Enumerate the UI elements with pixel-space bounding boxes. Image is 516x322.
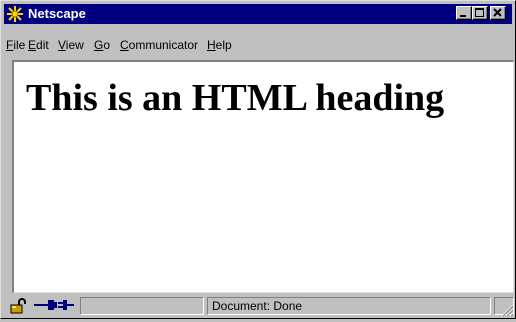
netscape-logo-icon[interactable] — [6, 5, 24, 23]
menu-edit[interactable]: Edit — [28, 38, 49, 53]
title-bar[interactable]: Netscape — [4, 4, 512, 24]
size-grip-icon[interactable] — [500, 303, 514, 317]
minimize-icon — [460, 15, 466, 17]
status-bar: Document: Done — [4, 295, 514, 317]
status-text: Document: Done — [212, 299, 303, 313]
close-button[interactable] — [490, 6, 506, 20]
browser-window: Netscape File Edit View Go Communicator … — [0, 0, 516, 319]
menu-help[interactable]: Help — [207, 38, 232, 53]
menu-bar: File Edit View Go Communicator Help — [4, 36, 512, 56]
menu-communicator[interactable]: Communicator — [120, 38, 198, 53]
menu-view[interactable]: View — [58, 38, 84, 53]
plug-icon — [34, 298, 74, 317]
window-title: Netscape — [28, 6, 86, 21]
close-icon — [493, 8, 502, 17]
minimize-button[interactable] — [456, 6, 472, 20]
status-panel: Document: Done — [207, 297, 491, 315]
maximize-icon — [475, 8, 484, 17]
page-content[interactable]: This is an HTML heading — [12, 60, 514, 293]
maximize-button[interactable] — [472, 6, 488, 20]
page-heading: This is an HTML heading — [26, 77, 445, 119]
menu-file[interactable]: File — [6, 38, 25, 53]
padlock-icon[interactable] — [10, 298, 28, 319]
progress-panel — [80, 297, 204, 315]
menu-go[interactable]: Go — [94, 38, 110, 53]
